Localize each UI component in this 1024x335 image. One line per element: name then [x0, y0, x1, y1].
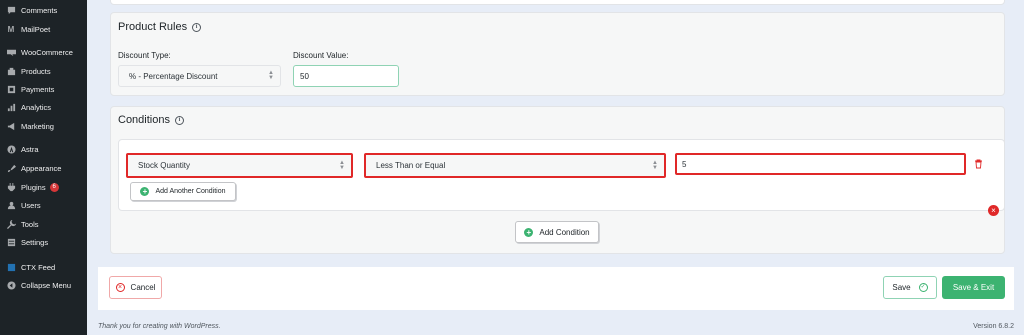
condition-field-value: Stock Quantity: [138, 161, 191, 170]
sidebar-item-marketing[interactable]: Marketing: [0, 117, 87, 135]
cancel-icon: ×: [115, 283, 125, 292]
discount-type-value: % - Percentage Discount: [129, 71, 218, 81]
save-button[interactable]: Save ✓: [883, 276, 937, 299]
products-icon: [6, 66, 16, 76]
sidebar-item-label: Products: [21, 66, 51, 76]
info-icon[interactable]: i: [174, 115, 184, 125]
admin-sidebar: Comments M MailPoet WooCommerce Products…: [0, 0, 87, 335]
sidebar-item-collapse-menu[interactable]: Collapse Menu: [0, 276, 87, 294]
sidebar-item-label: Users: [21, 200, 41, 210]
plus-circle-icon: +: [524, 227, 534, 237]
discount-type-label: Discount Type:: [118, 51, 171, 60]
sidebar-item-label: Tools: [21, 219, 39, 229]
discount-value-text: 50: [300, 71, 309, 81]
settings-icon: [6, 237, 16, 247]
cancel-label: Cancel: [130, 283, 156, 292]
product-rules-title: Product Rules: [118, 21, 188, 33]
add-another-condition-label: Add Another Condition: [155, 188, 226, 195]
select-caret-icon: ▲ ▼: [268, 70, 274, 81]
select-caret-icon: ▲ ▼: [652, 159, 658, 171]
sidebar-item-appearance[interactable]: Appearance: [0, 159, 87, 177]
appearance-icon: [6, 163, 16, 173]
cancel-button[interactable]: × Cancel: [109, 276, 162, 299]
sidebar-item-payments[interactable]: Payments: [0, 80, 87, 98]
collapse-menu-icon: [6, 280, 16, 290]
plus-circle-icon: +: [140, 187, 150, 196]
discount-value-label: Discount Value:: [293, 51, 349, 60]
add-condition-label: Add Condition: [539, 227, 590, 237]
sidebar-item-label: WooCommerce: [21, 47, 73, 57]
sidebar-item-comments[interactable]: Comments: [0, 1, 87, 19]
conditions-title: Conditions: [118, 114, 170, 126]
sidebar-item-plugins[interactable]: Plugins 6: [0, 178, 87, 196]
add-condition-button[interactable]: + Add Condition: [515, 221, 599, 243]
tools-icon: [6, 219, 16, 229]
astra-icon: [6, 144, 16, 154]
save-label: Save: [892, 283, 911, 292]
sidebar-item-label: Payments: [21, 84, 55, 94]
sidebar-item-label: CTX Feed: [21, 262, 56, 272]
woocommerce-icon: [6, 47, 16, 57]
sidebar-item-label: Astra: [21, 144, 39, 154]
delete-condition-trash-icon[interactable]: [974, 159, 983, 169]
sidebar-item-label: Comments: [21, 5, 58, 15]
users-icon: [6, 200, 16, 210]
action-footer-bar: [98, 267, 1014, 310]
sidebar-item-label: Collapse Menu: [21, 280, 72, 290]
plugins-icon: [6, 182, 16, 192]
sidebar-item-tools[interactable]: Tools: [0, 215, 87, 233]
sidebar-item-users[interactable]: Users: [0, 196, 87, 214]
sidebar-item-astra[interactable]: Astra: [0, 140, 87, 158]
product-rules-heading: Product Rules i: [118, 21, 202, 33]
save-and-exit-button[interactable]: Save & Exit: [942, 276, 1005, 299]
sidebar-item-label: Plugins: [21, 182, 46, 192]
condition-value-text: 5: [682, 159, 687, 169]
conditions-heading: Conditions i: [118, 114, 184, 126]
info-icon[interactable]: i: [192, 22, 202, 32]
comments-icon: [6, 5, 16, 15]
save-and-exit-label: Save & Exit: [952, 283, 995, 292]
sidebar-item-label: Marketing: [21, 121, 54, 131]
sidebar-item-label: MailPoet: [21, 24, 51, 34]
marketing-icon: [6, 121, 16, 131]
ctx-feed-icon: [6, 262, 16, 272]
sidebar-item-analytics[interactable]: Analytics: [0, 98, 87, 116]
sidebar-item-ctx-feed[interactable]: CTX Feed: [0, 258, 87, 276]
sidebar-item-mailpoet[interactable]: M MailPoet: [0, 20, 87, 38]
condition-value-input[interactable]: 5: [675, 153, 966, 175]
mailpoet-icon: M: [7, 24, 15, 34]
discount-value-input[interactable]: 50: [293, 65, 399, 87]
analytics-icon: [6, 102, 16, 112]
check-circle-icon: ✓: [918, 283, 928, 292]
sidebar-item-label: Analytics: [21, 102, 52, 112]
sidebar-item-woocommerce[interactable]: WooCommerce: [0, 43, 87, 61]
sidebar-item-label: Appearance: [21, 163, 62, 173]
previous-card: [110, 0, 1005, 5]
condition-field-select[interactable]: Stock Quantity ▲ ▼: [126, 153, 353, 178]
sidebar-item-products[interactable]: Products: [0, 62, 87, 80]
discount-type-select[interactable]: % - Percentage Discount ▲ ▼: [118, 65, 281, 87]
footer-version-text: Version 6.8.2: [973, 323, 1014, 330]
add-another-condition-button[interactable]: + Add Another Condition: [130, 182, 236, 201]
plugins-update-badge: 6: [49, 182, 59, 192]
condition-operator-select[interactable]: Less Than or Equal ▲ ▼: [364, 153, 666, 178]
sidebar-item-settings[interactable]: Settings: [0, 233, 87, 251]
footer-thanks-text: Thank you for creating with WordPress.: [98, 323, 221, 330]
remove-condition-group-icon[interactable]: ×: [988, 205, 999, 216]
payments-icon: [6, 84, 16, 94]
condition-operator-value: Less Than or Equal: [376, 161, 446, 170]
sidebar-item-label: Settings: [21, 237, 49, 247]
select-caret-icon: ▲ ▼: [339, 159, 345, 171]
